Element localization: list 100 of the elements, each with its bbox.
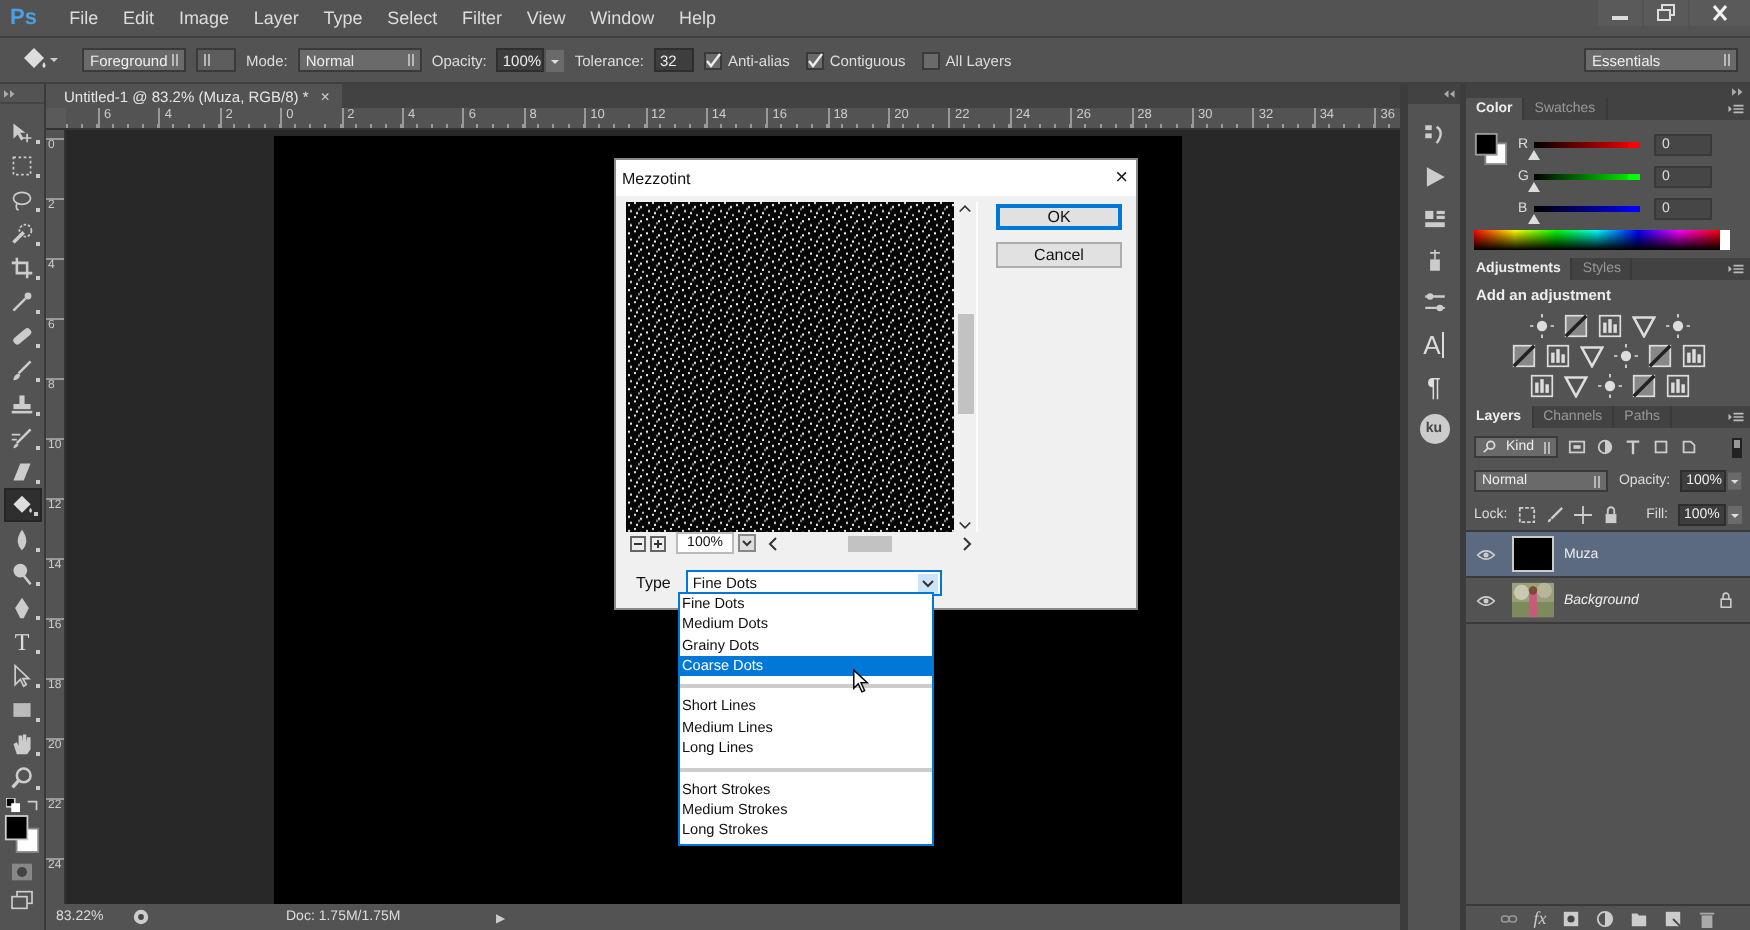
lasso-icon <box>10 187 34 211</box>
bucket-tool-icon[interactable] <box>20 46 60 74</box>
scroll-right-icon[interactable] <box>962 535 974 551</box>
menu-item[interactable]: Select <box>374 8 450 28</box>
slider-thumb[interactable] <box>1528 149 1540 159</box>
vertical-scrollbar[interactable] <box>954 202 976 532</box>
panel-menu-icon[interactable] <box>1728 264 1744 274</box>
dialog-title: Mezzotint <box>622 169 691 187</box>
scrollbar-thumb[interactable] <box>848 535 892 551</box>
panel-menu-icon[interactable] <box>1728 412 1744 422</box>
move-icon <box>10 119 34 143</box>
eyedropper-icon <box>10 289 34 313</box>
minimize-button[interactable] <box>1598 0 1642 26</box>
menu-item[interactable]: Layer <box>241 8 312 28</box>
menu-item[interactable]: View <box>514 8 578 28</box>
move-arrows-icon[interactable] <box>1573 506 1592 524</box>
slider-thumb[interactable] <box>1528 181 1540 191</box>
menu-item[interactable]: File <box>56 8 111 28</box>
new-layer-icon[interactable] <box>1664 909 1683 927</box>
path-select-icon <box>10 663 34 687</box>
properties-icon[interactable] <box>1421 206 1447 232</box>
layer-thumbnail <box>1512 536 1554 572</box>
menu-item[interactable]: Image <box>166 8 242 28</box>
slider-thumb[interactable] <box>1528 213 1540 223</box>
close-button[interactable] <box>1690 0 1750 26</box>
zoom-in-button[interactable] <box>650 535 666 551</box>
adjustment-icon[interactable] <box>1512 344 1536 368</box>
scroll-left-icon[interactable] <box>766 535 778 551</box>
zoom-dropdown-button[interactable] <box>738 534 756 552</box>
lock-icon[interactable] <box>1601 506 1620 524</box>
menu-item[interactable]: Help <box>666 8 729 28</box>
bucket-icon <box>10 493 34 517</box>
character-panel-button[interactable]: A <box>1423 332 1445 358</box>
menu-item[interactable]: Filter <box>449 8 515 28</box>
color-swatch-icon[interactable] <box>4 814 40 854</box>
brush-icon <box>10 357 34 381</box>
collapse-icon[interactable] <box>4 89 16 97</box>
brush-icon[interactable] <box>1545 506 1564 524</box>
share-icon[interactable] <box>132 908 150 926</box>
adjustment-layer-icon[interactable] <box>1596 909 1615 927</box>
color-swatch-icon[interactable] <box>1474 132 1508 166</box>
default-colors-icon[interactable] <box>5 798 19 812</box>
history-icon[interactable] <box>1421 122 1447 148</box>
chevron-down-icon <box>918 573 939 593</box>
collapse-icon[interactable] <box>1444 90 1456 98</box>
restore-button[interactable] <box>1644 0 1688 26</box>
quick-mask-icon[interactable] <box>10 862 34 882</box>
menu-item[interactable]: Edit <box>110 8 167 28</box>
swap-colors-icon[interactable] <box>25 798 39 812</box>
screen-mode-icon[interactable] <box>10 890 34 910</box>
hand-icon <box>10 731 34 755</box>
lock-pixels-icon[interactable] <box>1517 506 1536 524</box>
shape-filter-icon[interactable] <box>1652 438 1670 456</box>
menu-item[interactable]: Window <box>577 8 667 28</box>
paragraph-panel-button[interactable]: ¶ <box>1427 374 1441 400</box>
stamp-icon <box>10 391 34 415</box>
mouse-pointer-icon <box>852 668 870 694</box>
close-button[interactable]: × <box>1115 166 1128 190</box>
smart-object-filter-icon[interactable] <box>1680 438 1698 456</box>
type-tool-button[interactable]: T <box>3 624 41 658</box>
adjustment-icon[interactable] <box>1648 344 1672 368</box>
checkbox[interactable] <box>921 51 940 69</box>
adjustment-filter-icon[interactable] <box>1596 438 1614 456</box>
pattern-dropdown[interactable] <box>196 48 236 72</box>
ok-button[interactable]: OK <box>996 204 1122 230</box>
history-brush-icon <box>10 425 34 449</box>
scrollbar-thumb[interactable] <box>957 314 973 414</box>
checkbox[interactable] <box>805 51 824 69</box>
marquee-icon <box>10 153 34 177</box>
trash-icon[interactable] <box>1698 909 1717 927</box>
actions-icon[interactable] <box>1421 164 1447 190</box>
app-logo: Ps <box>10 6 37 30</box>
color-spectrum[interactable] <box>1474 230 1730 250</box>
image-filter-icon[interactable] <box>1568 438 1586 456</box>
cancel-button[interactable]: Cancel <box>996 242 1122 268</box>
checkbox[interactable] <box>703 51 722 69</box>
crop-icon <box>10 255 34 279</box>
panel-menu-icon[interactable] <box>1728 104 1744 114</box>
menu-item[interactable]: Type <box>311 8 375 28</box>
opacity-slider-button[interactable] <box>1728 472 1742 490</box>
scroll-down-icon[interactable] <box>958 520 972 532</box>
link-icon[interactable] <box>1499 909 1518 927</box>
fill-slider-button[interactable] <box>1728 506 1742 524</box>
adjust-icon[interactable] <box>1421 290 1447 316</box>
zoom-icon <box>10 765 34 789</box>
tool-button[interactable] <box>3 488 41 522</box>
folder-icon[interactable] <box>1630 909 1649 927</box>
opacity-slider-button[interactable] <box>546 49 565 71</box>
visibility-eye-icon[interactable] <box>1476 547 1496 561</box>
visibility-eye-icon[interactable] <box>1476 593 1496 607</box>
text-filter-icon[interactable] <box>1624 438 1642 456</box>
rectangle-icon <box>10 697 34 721</box>
mask-icon[interactable] <box>1562 909 1581 927</box>
zoom-out-button[interactable] <box>630 535 646 551</box>
filter-toggle[interactable] <box>1732 437 1742 457</box>
adjustment-icon[interactable] <box>1631 374 1655 398</box>
adjustment-icon[interactable] <box>1563 314 1587 338</box>
quick-select-icon <box>10 221 34 245</box>
scroll-up-icon[interactable] <box>958 202 972 214</box>
layer-style-button[interactable]: fx <box>1533 909 1547 927</box>
